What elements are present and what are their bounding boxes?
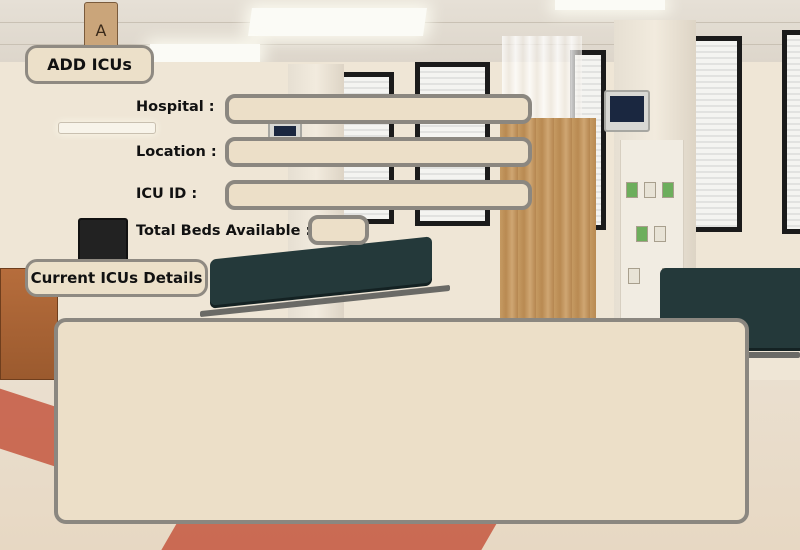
add-icus-header[interactable]: ADD ICUs xyxy=(25,45,154,84)
icu-details-panel xyxy=(54,318,749,524)
icu-id-label: ICU ID : xyxy=(136,186,198,202)
location-label: Location : xyxy=(136,144,217,160)
total-beds-label: Total Beds Available : xyxy=(136,223,312,239)
icu-id-input[interactable] xyxy=(225,180,532,210)
total-beds-input[interactable] xyxy=(308,215,369,245)
hospital-input[interactable] xyxy=(225,94,532,124)
hospital-label: Hospital : xyxy=(136,99,215,115)
add-icu-form: ADD ICUs Hospital : Location : ICU ID : … xyxy=(0,0,800,550)
location-input[interactable] xyxy=(225,137,532,167)
current-icus-details-header[interactable]: Current ICUs Details xyxy=(25,259,208,297)
